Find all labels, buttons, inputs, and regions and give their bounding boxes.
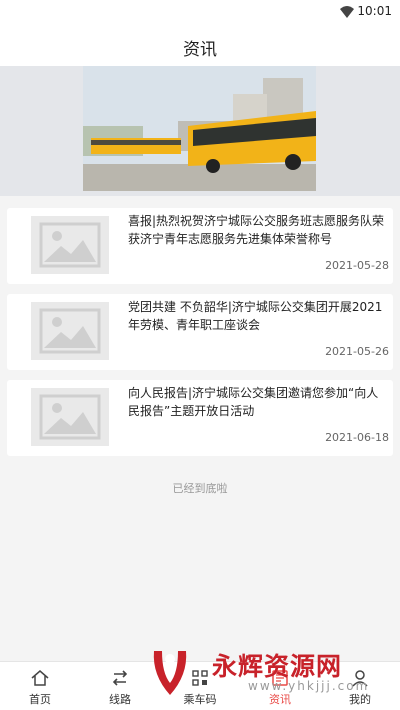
tab-news[interactable]: 资讯 [240, 662, 320, 710]
qrcode-icon [192, 670, 208, 686]
tab-label: 我的 [349, 693, 371, 706]
tab-label: 资讯 [269, 693, 291, 706]
news-title: 向人民报告|济宁城际公交集团邀请您参加“向人民报告”主题开放日活动 [128, 386, 379, 418]
news-date: 2021-06-18 [325, 431, 389, 444]
news-title: 党团共建 不负韶华|济宁城际公交集团开展2021年劳模、青年职工座谈会 [128, 300, 383, 332]
tab-label: 线路 [109, 693, 131, 706]
list-end-text: 已经到底啦 [172, 482, 228, 495]
banner-image [83, 66, 316, 191]
news-icon [272, 670, 288, 686]
tab-route[interactable]: 线路 [80, 662, 160, 710]
news-date: 2021-05-26 [325, 345, 389, 358]
news-title: 喜报|热烈祝贺济宁城际公交服务班志愿服务队荣获济宁青年志愿服务先进集体荣誉称号 [128, 214, 385, 246]
news-date: 2021-05-28 [325, 259, 389, 272]
image-placeholder-icon [31, 302, 109, 360]
news-list: 喜报|热烈祝贺济宁城际公交服务班志愿服务队荣获济宁青年志愿服务先进集体荣誉称号 … [7, 208, 393, 466]
image-placeholder-icon [31, 388, 109, 446]
news-item[interactable]: 党团共建 不负韶华|济宁城际公交集团开展2021年劳模、青年职工座谈会 2021… [7, 294, 393, 370]
status-bar: 10:01 [0, 0, 400, 24]
tab-home[interactable]: 首页 [0, 662, 80, 710]
page-title: 资讯 [183, 40, 217, 60]
user-icon [352, 670, 368, 687]
bottom-tab-bar: 首页 线路 乘车码 资讯 我的 [0, 661, 400, 710]
route-icon [112, 670, 128, 686]
image-placeholder-icon [31, 216, 109, 274]
news-item[interactable]: 向人民报告|济宁城际公交集团邀请您参加“向人民报告”主题开放日活动 2021-0… [7, 380, 393, 456]
header: 资讯 [0, 24, 400, 66]
wifi-icon [340, 6, 354, 18]
status-time: 10:01 [357, 4, 392, 18]
tab-qrcode[interactable]: 乘车码 [160, 662, 240, 710]
banner-carousel[interactable] [0, 66, 400, 196]
news-item[interactable]: 喜报|热烈祝贺济宁城际公交服务班志愿服务队荣获济宁青年志愿服务先进集体荣誉称号 … [7, 208, 393, 284]
tab-label: 首页 [29, 693, 51, 706]
home-icon [31, 670, 49, 686]
tab-label: 乘车码 [183, 693, 217, 706]
tab-mine[interactable]: 我的 [320, 662, 400, 710]
